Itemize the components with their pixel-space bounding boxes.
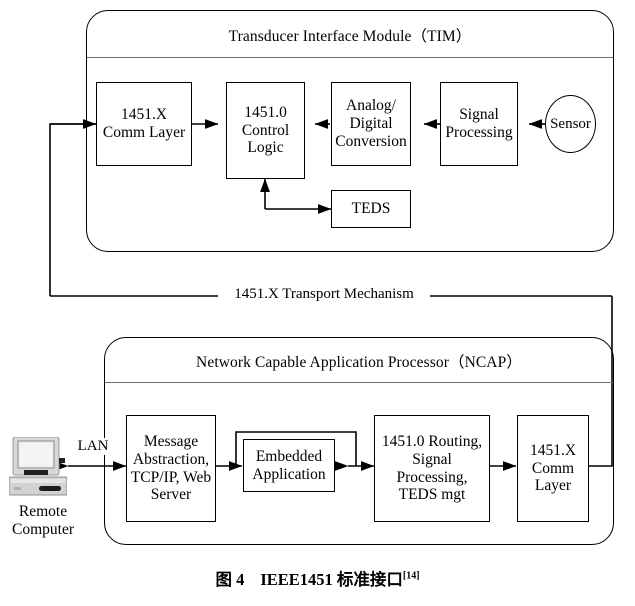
tim-comm-layer-label: 1451.X Comm Layer xyxy=(102,106,186,141)
tim-block-analog-digital-conversion[interactable]: Analog/Digital Conversion xyxy=(331,82,411,166)
tim-signal-processing-label: Signal Processing xyxy=(445,106,513,141)
ncap-block-embedded-application[interactable]: Embedded Application xyxy=(243,439,335,492)
remote-computer-caption: Remote Computer xyxy=(12,503,74,538)
ncap-embedded-application-label: Embedded Application xyxy=(252,447,326,483)
figure-diagram: Transducer Interface Module（TIM） 1451.X C… xyxy=(0,0,635,606)
lan-label: LAN xyxy=(66,438,120,455)
tim-teds-label: TEDS xyxy=(351,200,391,218)
tim-control-logic-label: 1451.0 Control Logic xyxy=(241,103,290,157)
ncap-title: Network Capable Application Processor（NC… xyxy=(196,354,522,371)
tim-block-signal-processing[interactable]: Signal Processing xyxy=(440,82,518,166)
ncap-message-abstraction-label: Message Abstraction, TCP/IP, Web Server xyxy=(130,432,212,504)
tim-block-teds[interactable]: TEDS xyxy=(331,190,411,228)
figure-caption: 图 4 IEEE1451 标准接口[14] xyxy=(0,566,635,590)
ncap-block-message-abstraction[interactable]: Message Abstraction, TCP/IP, Web Server xyxy=(126,415,216,522)
ncap-block-routing[interactable]: 1451.0 Routing, Signal Processing, TEDS mgt xyxy=(374,415,490,522)
tim-block-control-logic[interactable]: 1451.0 Control Logic xyxy=(226,82,305,179)
transport-mechanism-label: 1451.X Transport Mechanism xyxy=(218,286,430,303)
caption-label: 图 4 xyxy=(215,570,245,589)
tim-block-comm-layer[interactable]: 1451.X Comm Layer xyxy=(96,82,192,166)
ncap-routing-label: 1451.0 Routing, Signal Processing, TEDS mgt xyxy=(381,432,483,504)
tim-sensor-label: Sensor xyxy=(550,115,591,132)
tim-title-divider xyxy=(87,57,613,58)
ncap-title-divider xyxy=(105,382,613,383)
tim-adc-label: Analog/Digital Conversion xyxy=(335,97,407,150)
caption-reference: [14] xyxy=(402,570,420,582)
caption-title: IEEE1451 标准接口 xyxy=(260,570,403,589)
tim-sensor[interactable]: Sensor xyxy=(545,95,596,153)
remote-computer-icon xyxy=(9,437,67,496)
tim-title: Transducer Interface Module（TIM） xyxy=(228,28,472,45)
ncap-comm-layer-label: 1451.X Comm Layer xyxy=(529,441,577,495)
ncap-block-comm-layer[interactable]: 1451.X Comm Layer xyxy=(517,415,589,522)
